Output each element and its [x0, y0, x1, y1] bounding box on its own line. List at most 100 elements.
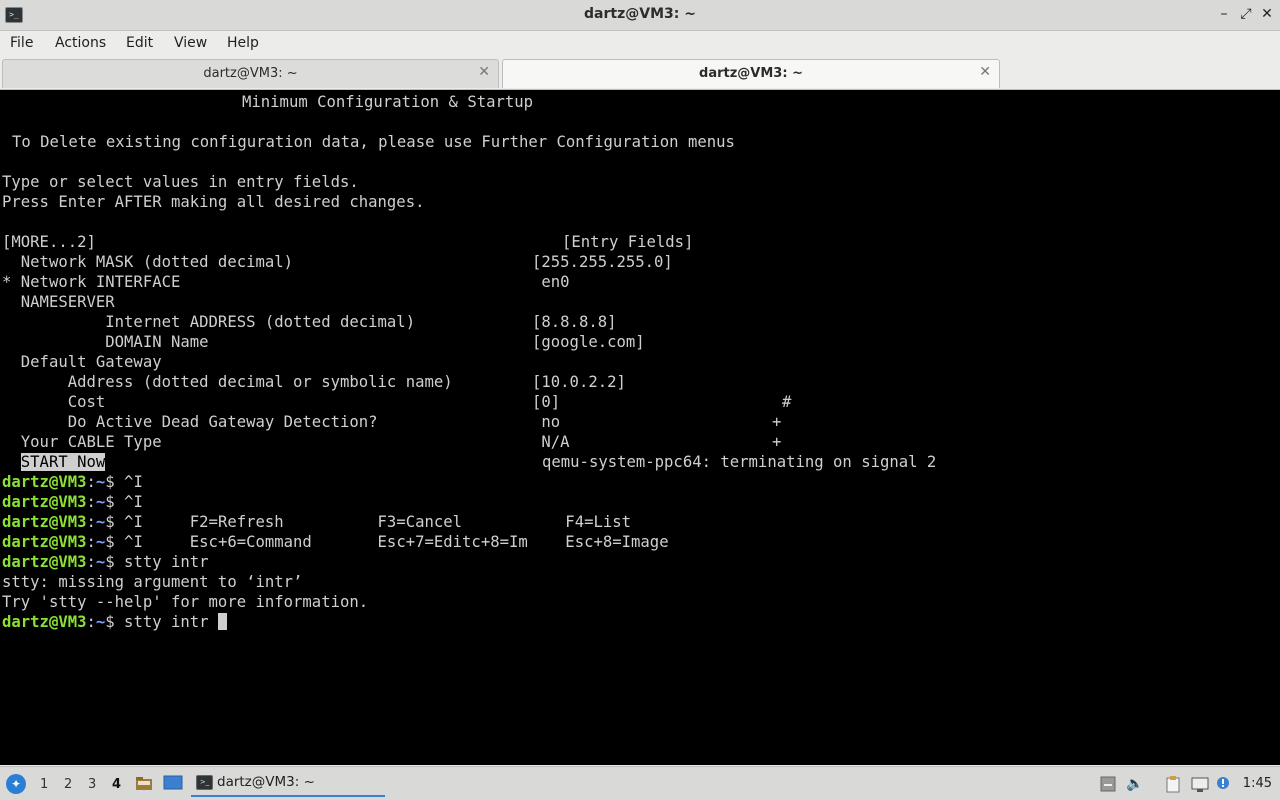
prompt-user-host: dartz@VM3 [2, 493, 87, 511]
prompt-sigil: $ [105, 613, 115, 631]
field-value[interactable]: [10.0.2.2] [532, 372, 626, 392]
notification-icon[interactable] [1214, 775, 1232, 793]
command-text: stty intr [114, 613, 218, 631]
prompt-user-host: dartz@VM3 [2, 613, 87, 631]
prompt-separator: : [86, 473, 96, 491]
restore-icon[interactable]: ⤢ [1238, 5, 1254, 23]
field-value[interactable]: no [532, 412, 560, 432]
field-type-indicator: + [772, 413, 782, 431]
field-label: Cost [2, 393, 106, 411]
prompt-line: dartz@VM3:~$ ^I [2, 472, 143, 492]
window-title: dartz@VM3: ~ [584, 6, 696, 22]
desktop-icon[interactable] [163, 775, 183, 791]
prompt-path: ~ [95, 473, 106, 491]
field-value[interactable]: N/A [532, 432, 569, 452]
field-value[interactable]: [0] [532, 392, 560, 412]
minimize-icon[interactable]: – [1216, 5, 1232, 23]
clock[interactable]: 1:45 [1243, 776, 1272, 791]
prompt-path: ~ [95, 513, 106, 531]
tab-label: dartz@VM3: ~ [699, 66, 803, 81]
title-bar: >_ dartz@VM3: ~ – ⤢ ✕ [0, 0, 1280, 31]
prompt-line: dartz@VM3:~$ ^I [2, 492, 143, 512]
taskbar-terminal-task[interactable]: >_ dartz@VM3: ~ [191, 769, 385, 797]
prompt-line: dartz@VM3:~$ ^I F2=Refresh F3=Cancel F4=… [2, 512, 631, 532]
prompt-sigil: $ [105, 473, 115, 491]
prompt-line: dartz@VM3:~$ ^I Esc+6=Command Esc+7=Edit… [2, 532, 669, 552]
field-label: Address (dotted decimal or symbolic name… [2, 373, 453, 391]
menu-file[interactable]: File [10, 35, 33, 51]
command-text: ^I F2=Refresh F3=Cancel F4=List [114, 513, 632, 531]
menu-edit[interactable]: Edit [126, 35, 153, 51]
field-value[interactable]: [8.8.8.8] [532, 312, 617, 332]
field-label: Your CABLE Type [2, 433, 162, 451]
menu-help[interactable]: Help [227, 35, 259, 51]
prompt-separator: : [86, 613, 96, 631]
taskbar: ✦ 1 2 3 4 >_ dartz@VM3: ~ 🔈 1:45 [0, 766, 1280, 800]
prompt-separator: : [86, 493, 96, 511]
close-window-icon[interactable]: ✕ [1259, 5, 1275, 23]
menu-actions[interactable]: Actions [55, 35, 106, 51]
prompt-separator: : [86, 513, 96, 531]
field-label: Default Gateway [2, 353, 162, 371]
field-type-indicator: # [782, 393, 792, 411]
prompt-path: ~ [95, 553, 106, 571]
tab-terminal-1[interactable]: dartz@VM3: ~ ✕ [2, 59, 499, 88]
start-now-option[interactable]: START Now [20, 453, 106, 471]
instruction-line: Type or select values in entry fields. [2, 173, 359, 191]
prompt-path: ~ [95, 533, 106, 551]
prompt-path: ~ [95, 493, 106, 511]
output-line: stty: missing argument to ‘intr’ [2, 573, 303, 591]
prompt-sigil: $ [105, 553, 115, 571]
smit-screen-title: Minimum Configuration & Startup [242, 93, 534, 111]
terminal-icon: >_ [196, 775, 213, 790]
command-text: ^I [114, 473, 143, 491]
prompt-sigil: $ [105, 493, 115, 511]
qemu-termination-message: qemu-system-ppc64: terminating on signal… [542, 453, 937, 471]
keyboard-layout-icon[interactable] [1099, 775, 1117, 793]
workspace-3[interactable]: 3 [88, 777, 96, 792]
field-label: DOMAIN Name [2, 333, 209, 351]
file-manager-icon[interactable] [135, 775, 153, 791]
field-value[interactable]: [255.255.255.0] [532, 252, 673, 272]
field-value[interactable]: [google.com] [532, 332, 645, 352]
prompt-user-host: dartz@VM3 [2, 533, 87, 551]
prompt-user-host: dartz@VM3 [2, 513, 87, 531]
entry-fields-header: [Entry Fields] [562, 233, 694, 251]
field-label: Do Active Dead Gateway Detection? [2, 413, 378, 431]
tab-terminal-2[interactable]: dartz@VM3: ~ ✕ [502, 59, 1000, 88]
prompt-separator: : [86, 533, 96, 551]
prompt-separator: : [86, 553, 96, 571]
prompt-path: ~ [95, 613, 106, 631]
prompt-user-host: dartz@VM3 [2, 553, 87, 571]
workspace-2[interactable]: 2 [64, 777, 72, 792]
menu-view[interactable]: View [174, 35, 207, 51]
command-text: ^I [114, 493, 143, 511]
workspace-4[interactable]: 4 [112, 777, 121, 792]
tab-close-icon[interactable]: ✕ [478, 64, 490, 80]
field-label: NAMESERVER [2, 293, 115, 311]
text-cursor[interactable] [217, 613, 227, 630]
tab-label: dartz@VM3: ~ [203, 66, 298, 81]
workspace-1[interactable]: 1 [40, 777, 48, 792]
tab-close-icon[interactable]: ✕ [979, 64, 991, 80]
volume-icon[interactable]: 🔈 [1126, 775, 1144, 793]
prompt-sigil: $ [105, 533, 115, 551]
field-label: * Network INTERFACE [2, 273, 181, 291]
start-menu-icon[interactable]: ✦ [6, 774, 26, 794]
task-label: dartz@VM3: ~ [217, 774, 315, 790]
clipboard-icon[interactable] [1164, 775, 1182, 793]
terminal-output[interactable]: Minimum Configuration & Startup To Delet… [0, 90, 1280, 765]
start-now-line: START Now [2, 452, 106, 472]
field-type-indicator: + [772, 433, 782, 451]
more-marker: [MORE...2] [2, 233, 96, 251]
output-line: Try 'stty --help' for more information. [2, 593, 369, 611]
field-label: Internet ADDRESS (dotted decimal) [2, 313, 416, 331]
instruction-line: Press Enter AFTER making all desired cha… [2, 193, 425, 211]
network-icon[interactable] [1191, 775, 1209, 793]
command-text: stty intr [114, 553, 209, 571]
prompt-line: dartz@VM3:~$ stty intr [2, 552, 209, 572]
field-value[interactable]: en0 [532, 272, 569, 292]
command-text: ^I Esc+6=Command Esc+7=Editc+8=Im Esc+8=… [114, 533, 669, 551]
delete-note: To Delete existing configuration data, p… [12, 133, 735, 151]
prompt-user-host: dartz@VM3 [2, 473, 87, 491]
